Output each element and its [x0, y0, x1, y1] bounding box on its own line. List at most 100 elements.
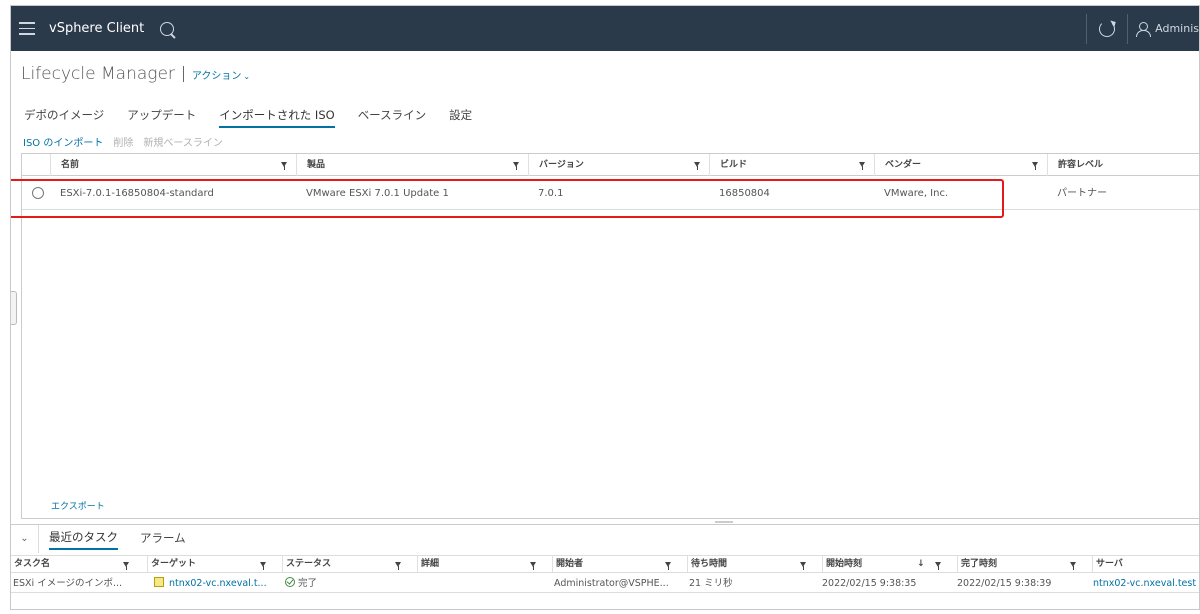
chevron-down-icon: ⌄ [243, 71, 251, 81]
vcenter-icon [154, 577, 164, 587]
column-header-server[interactable]: サーバ [1092, 556, 1199, 573]
tab-alarms[interactable]: アラーム [140, 530, 186, 549]
filter-icon[interactable] [859, 162, 865, 170]
app-window: vSphere Client Adminis Lifecycle Manager… [10, 5, 1200, 610]
filter-icon[interactable] [935, 562, 941, 570]
title-row: Lifecycle Manager アクション ⌄ [21, 64, 250, 84]
cell-product: VMware ESXi 7.0.1 Update 1 [306, 188, 449, 199]
cell-queued: 21 ミリ秒 [689, 578, 733, 589]
status-text: 完了 [298, 578, 318, 589]
column-header-name[interactable]: 名前 [50, 154, 296, 176]
column-label: タスク名 [14, 559, 51, 569]
column-label: 製品 [307, 160, 326, 170]
bottom-tabs: ⌄ 最近のタスク アラーム [11, 525, 1199, 553]
cell-task: ESXi イメージのインポ... [13, 578, 123, 589]
column-header-vendor[interactable]: ベンダー [874, 154, 1047, 176]
check-circle-icon [285, 577, 295, 587]
cell-status: 完了 [285, 574, 317, 593]
column-header-acceptance[interactable]: 許容レベル [1047, 154, 1199, 176]
column-label: 名前 [61, 160, 80, 170]
header-divider [1086, 13, 1088, 44]
filter-icon[interactable] [281, 162, 287, 170]
cell-target: ntnx02-vc.nxeval.t... [154, 574, 267, 593]
side-panel-handle[interactable] [11, 291, 17, 325]
column-label: サーバ [1096, 559, 1123, 569]
column-label: ターゲット [151, 559, 197, 569]
filter-icon[interactable] [395, 562, 401, 570]
actions-menu[interactable]: アクション ⌄ [192, 67, 250, 82]
table-row[interactable]: ESXi-7.0.1-16850804-standard VMware ESXi… [22, 177, 1199, 210]
column-label: 完了時刻 [961, 559, 998, 569]
column-label: ベンダー [885, 160, 922, 170]
page-title: Lifecycle Manager [21, 64, 175, 84]
title-divider [182, 66, 184, 82]
column-header-status[interactable]: ステータス [282, 556, 417, 573]
cell-end-time: 2022/02/15 9:38:39 [957, 578, 1052, 589]
column-header-initiator[interactable]: 開始者 [552, 556, 687, 573]
column-label: 詳細 [421, 559, 440, 569]
user-icon[interactable] [1136, 21, 1152, 37]
column-header-build[interactable]: ビルド [709, 154, 874, 176]
column-header-version[interactable]: バージョン [528, 154, 709, 176]
task-row[interactable]: ESXi イメージのインポ... ntnx02-vc.nxeval.t... 完… [11, 574, 1199, 593]
filter-icon[interactable] [665, 562, 671, 570]
import-iso-button[interactable]: ISO のインポート [23, 134, 103, 149]
column-label: バージョン [539, 160, 584, 170]
grid-header: 名前 製品 バージョン ビルド ベンダー 許容レベル [22, 154, 1199, 176]
chevron-down-icon[interactable]: ⌄ [11, 525, 39, 553]
splitter-handle[interactable] [715, 521, 733, 523]
header-right: Adminis [1086, 6, 1199, 51]
export-link[interactable]: エクスポート [51, 499, 105, 512]
filter-icon[interactable] [260, 562, 266, 570]
filter-icon[interactable] [123, 562, 129, 570]
tab-recent-tasks[interactable]: 最近のタスク [49, 529, 118, 550]
column-header-task[interactable]: タスク名 [11, 556, 147, 573]
tasks-header: タスク名 ターゲット ステータス 詳細 開始者 待ち時間 開始時刻 ↓ 完了時刻 … [11, 555, 1199, 573]
cell-initiator: Administrator@VSPHE... [554, 578, 669, 589]
sort-icon[interactable]: ↓ [917, 556, 925, 573]
cell-name: ESXi-7.0.1-16850804-standard [60, 188, 214, 199]
column-label: ビルド [720, 160, 748, 170]
app-title[interactable]: vSphere Client [49, 21, 144, 36]
column-header-start[interactable]: 開始時刻 ↓ [822, 556, 957, 573]
column-header-product[interactable]: 製品 [296, 154, 528, 176]
column-label: 許容レベル [1058, 160, 1104, 170]
filter-icon[interactable] [513, 162, 519, 170]
column-label: 待ち時間 [691, 559, 728, 569]
column-header-end[interactable]: 完了時刻 [957, 556, 1092, 573]
search-icon[interactable] [160, 21, 175, 36]
grid-toolbar: ISO のインポート 削除 新規ベースライン [23, 134, 223, 149]
filter-icon[interactable] [530, 562, 536, 570]
tab-baselines[interactable]: ベースライン [358, 107, 426, 128]
tab-imported-iso[interactable]: インポートされた ISO [219, 107, 335, 128]
filter-icon[interactable] [1070, 562, 1076, 570]
top-header: vSphere Client Adminis [11, 6, 1199, 51]
server-link[interactable]: ntnx02-vc.nxeval.test [1093, 574, 1196, 593]
column-header-details[interactable]: 詳細 [417, 556, 552, 573]
column-label: 開始時刻 [826, 559, 863, 569]
recent-tasks-panel: ⌄ 最近のタスク アラーム タスク名 ターゲット ステータス 詳細 開始者 待ち… [11, 524, 1199, 609]
tab-depot-images[interactable]: デポのイメージ [24, 107, 104, 128]
column-header-queued[interactable]: 待ち時間 [687, 556, 822, 573]
cell-vendor: VMware, Inc. [884, 188, 949, 199]
cell-build: 16850804 [719, 188, 770, 199]
new-baseline-button[interactable]: 新規ベースライン [143, 134, 223, 149]
tab-updates[interactable]: アップデート [127, 107, 196, 128]
delete-button[interactable]: 削除 [113, 134, 133, 149]
refresh-icon[interactable] [1099, 20, 1116, 37]
column-header-target[interactable]: ターゲット [147, 556, 282, 573]
row-select-radio[interactable] [32, 187, 44, 199]
target-link[interactable]: ntnx02-vc.nxeval.t... [169, 578, 267, 589]
actions-label: アクション [191, 70, 242, 82]
cell-acceptance: パートナー [1057, 188, 1107, 199]
filter-icon[interactable] [694, 162, 700, 170]
column-label: ステータス [286, 559, 332, 569]
filter-icon[interactable] [800, 562, 806, 570]
tab-settings[interactable]: 設定 [449, 107, 472, 128]
iso-grid: 名前 製品 バージョン ビルド ベンダー 許容レベル ESXi-7.0.1-16… [21, 153, 1199, 519]
filter-icon[interactable] [1032, 162, 1038, 170]
user-menu[interactable]: Adminis [1155, 22, 1199, 35]
menu-icon[interactable] [19, 22, 35, 35]
header-divider [1127, 13, 1129, 44]
main-tabs: デポのイメージ アップデート インポートされた ISO ベースライン 設定 [24, 107, 472, 128]
